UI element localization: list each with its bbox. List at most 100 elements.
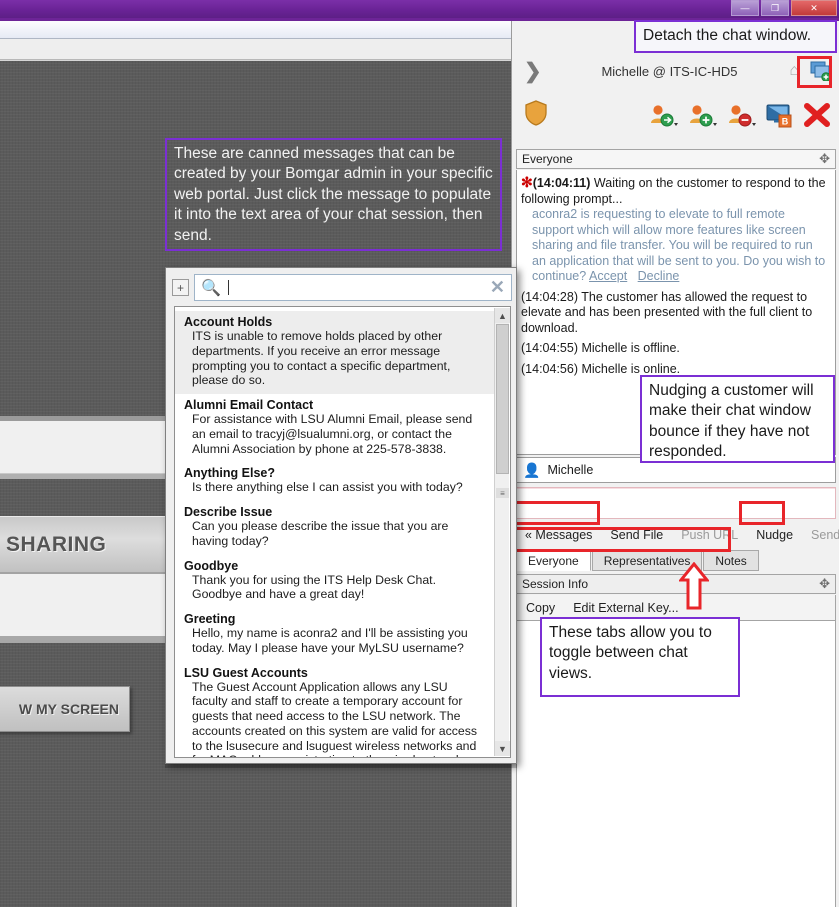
expand-chevron-icon[interactable]: ❯ (512, 61, 550, 82)
scroll-down-icon[interactable]: ▼ (495, 741, 510, 756)
participant-name: Michelle (547, 463, 594, 477)
canned-message-body: Hello, my name is aconra2 and I'll be as… (192, 626, 468, 655)
session-info-label: Session Info (522, 577, 589, 591)
minimize-button[interactable]: — (731, 0, 759, 16)
annotation-tabs-text: These tabs allow you to toggle between c… (549, 624, 712, 682)
alert-star-icon: ✻ (521, 174, 533, 190)
edit-external-key-button[interactable]: Edit External Key... (564, 601, 687, 615)
home-icon[interactable]: ⌂ (789, 62, 807, 80)
show-my-screen-label: W MY SCREEN (18, 701, 119, 717)
canned-message-body: ITS is unable to remove holds placed by … (192, 329, 451, 388)
sharing-label: SHARING (6, 532, 107, 556)
shield-icon[interactable] (524, 100, 548, 131)
transfer-session-button[interactable] (649, 103, 679, 129)
canned-message-item[interactable]: Anything Else? Is there anything else I … (175, 462, 495, 501)
canned-message-item[interactable]: LSU Guest Accounts The Guest Account App… (175, 662, 495, 758)
canned-messages-popup: + 🔍 ✕ Account Holds ITS is unable to rem… (165, 267, 517, 764)
detach-window-button[interactable] (807, 58, 835, 84)
chat-panel: ❯ Michelle @ ITS-IC-HD5 ⌂ B Everyone ✥ ✻… (511, 21, 839, 907)
person-icon: 👤 (523, 461, 541, 478)
add-participant-button[interactable] (688, 103, 718, 129)
plus-icon: + (176, 280, 184, 295)
title-bar: — ❐ ✕ (0, 0, 839, 18)
tab-notes[interactable]: Notes (703, 550, 759, 571)
canned-message-title: Alumni Email Contact (184, 398, 314, 412)
move-handle-icon[interactable]: ✥ (819, 151, 830, 167)
tab-everyone[interactable]: Everyone (516, 550, 591, 571)
application-window: — ❐ ✕ SHARING W MY SCREEN ❯ Michelle @ I… (0, 0, 839, 907)
message-text: Michelle is online. (581, 361, 681, 376)
decline-link[interactable]: Decline (638, 269, 680, 283)
everyone-header-label: Everyone (522, 152, 573, 166)
canned-message-item[interactable]: Goodbye Thank you for using the ITS Help… (175, 555, 495, 609)
canned-message-item[interactable]: Alumni Email Contact For assistance with… (175, 394, 495, 462)
canned-message-item[interactable]: Account Holds ITS is unable to remove ho… (175, 311, 495, 394)
annotation-nudge-text: Nudging a customer will make their chat … (649, 382, 814, 461)
chat-view-tabs: Everyone Representatives Notes (516, 550, 836, 571)
chat-panel-header: ❯ Michelle @ ITS-IC-HD5 ⌂ (512, 51, 839, 91)
messages-button[interactable]: « Messages (516, 528, 601, 542)
everyone-chat-header: Everyone ✥ (516, 149, 836, 169)
tool-strip (0, 39, 511, 60)
session-info-header: Session Info ✥ (516, 574, 836, 594)
canned-message-title: Account Holds (184, 315, 273, 329)
window-controls: — ❐ ✕ (731, 0, 837, 16)
canned-message-item[interactable]: Describe Issue Can you please describe t… (175, 501, 495, 555)
chat-session-title: Michelle @ ITS-IC-HD5 (601, 63, 738, 79)
canned-message-title: Anything Else? (184, 466, 275, 481)
canned-list-scrollbar[interactable]: ▲ ≡ ▼ (494, 308, 510, 756)
canned-message-title: Describe Issue (184, 505, 273, 519)
tab-representatives-label: Representatives (603, 553, 691, 568)
maximize-button[interactable]: ❐ (761, 0, 789, 16)
annotation-nudge: Nudging a customer will make their chat … (640, 375, 835, 463)
canned-message-body: Thank you for using the ITS Help Desk Ch… (192, 572, 437, 602)
chat-input[interactable] (516, 487, 836, 519)
send-file-button[interactable]: Send File (601, 528, 672, 542)
scroll-up-icon[interactable]: ▲ (495, 308, 510, 323)
clear-search-icon[interactable]: ✕ (490, 277, 505, 298)
detach-window-icon (810, 61, 831, 81)
copy-button[interactable]: Copy (517, 601, 564, 615)
push-url-button[interactable]: Push URL (672, 528, 747, 542)
chat-message: ✻(14:04:11) Waiting on the customer to r… (521, 174, 830, 285)
jump-to-console-button[interactable]: B (766, 103, 794, 129)
scrollbar-thumb[interactable] (496, 324, 509, 474)
show-my-screen-button[interactable]: W MY SCREEN (0, 686, 130, 732)
jump-to-console-icon: B (766, 104, 792, 127)
message-timestamp: (14:04:11) (532, 176, 591, 190)
elevation-prompt: aconra2 is requesting to elevate to full… (521, 207, 830, 285)
nudge-button[interactable]: Nudge (747, 528, 802, 542)
add-canned-message-button[interactable]: + (172, 279, 189, 296)
annotation-detach-text: Detach the chat window. (643, 27, 812, 45)
end-session-button[interactable] (803, 102, 831, 129)
chat-message: (14:04:28) The customer has allowed the … (521, 290, 830, 337)
close-button[interactable]: ✕ (791, 0, 837, 16)
remove-participant-icon (729, 104, 756, 126)
canned-search-row: + 🔍 ✕ (172, 274, 512, 301)
canned-message-title: LSU Guest Accounts (184, 665, 308, 680)
text-caret (227, 280, 229, 295)
remove-participant-button[interactable] (727, 103, 757, 129)
canned-search-field[interactable]: 🔍 ✕ (194, 274, 512, 301)
canned-messages-list[interactable]: Account Holds ITS is unable to remove ho… (174, 306, 511, 758)
move-handle-icon[interactable]: ✥ (819, 576, 830, 592)
popup-shadow (165, 764, 517, 768)
annotation-tabs: These tabs allow you to toggle between c… (540, 617, 740, 697)
chat-toolbar: B (512, 93, 839, 138)
tab-everyone-label: Everyone (528, 553, 579, 568)
send-button[interactable]: Send (802, 528, 839, 542)
annotation-canned-messages: These are canned messages that can be cr… (165, 138, 502, 251)
message-timestamp: (14:04:56) (521, 361, 578, 376)
message-text: Michelle is offline. (581, 341, 680, 355)
annotation-detach: Detach the chat window. (634, 20, 837, 53)
red-up-arrow-annotation (679, 562, 709, 610)
message-timestamp: (14:04:55) (521, 341, 578, 355)
canned-message-body: Is there anything else I can assist you … (192, 480, 463, 495)
chat-action-bar: « Messages Send File Push URL Nudge Send (516, 522, 839, 547)
accept-link[interactable]: Accept (589, 269, 627, 283)
canned-message-item[interactable]: Greeting Hello, my name is aconra2 and I… (175, 608, 495, 662)
close-x-icon (804, 102, 830, 127)
canned-message-title: Greeting (184, 612, 236, 626)
chat-message: (14:04:55) Michelle is offline. (521, 341, 830, 357)
add-participant-icon (690, 104, 717, 126)
